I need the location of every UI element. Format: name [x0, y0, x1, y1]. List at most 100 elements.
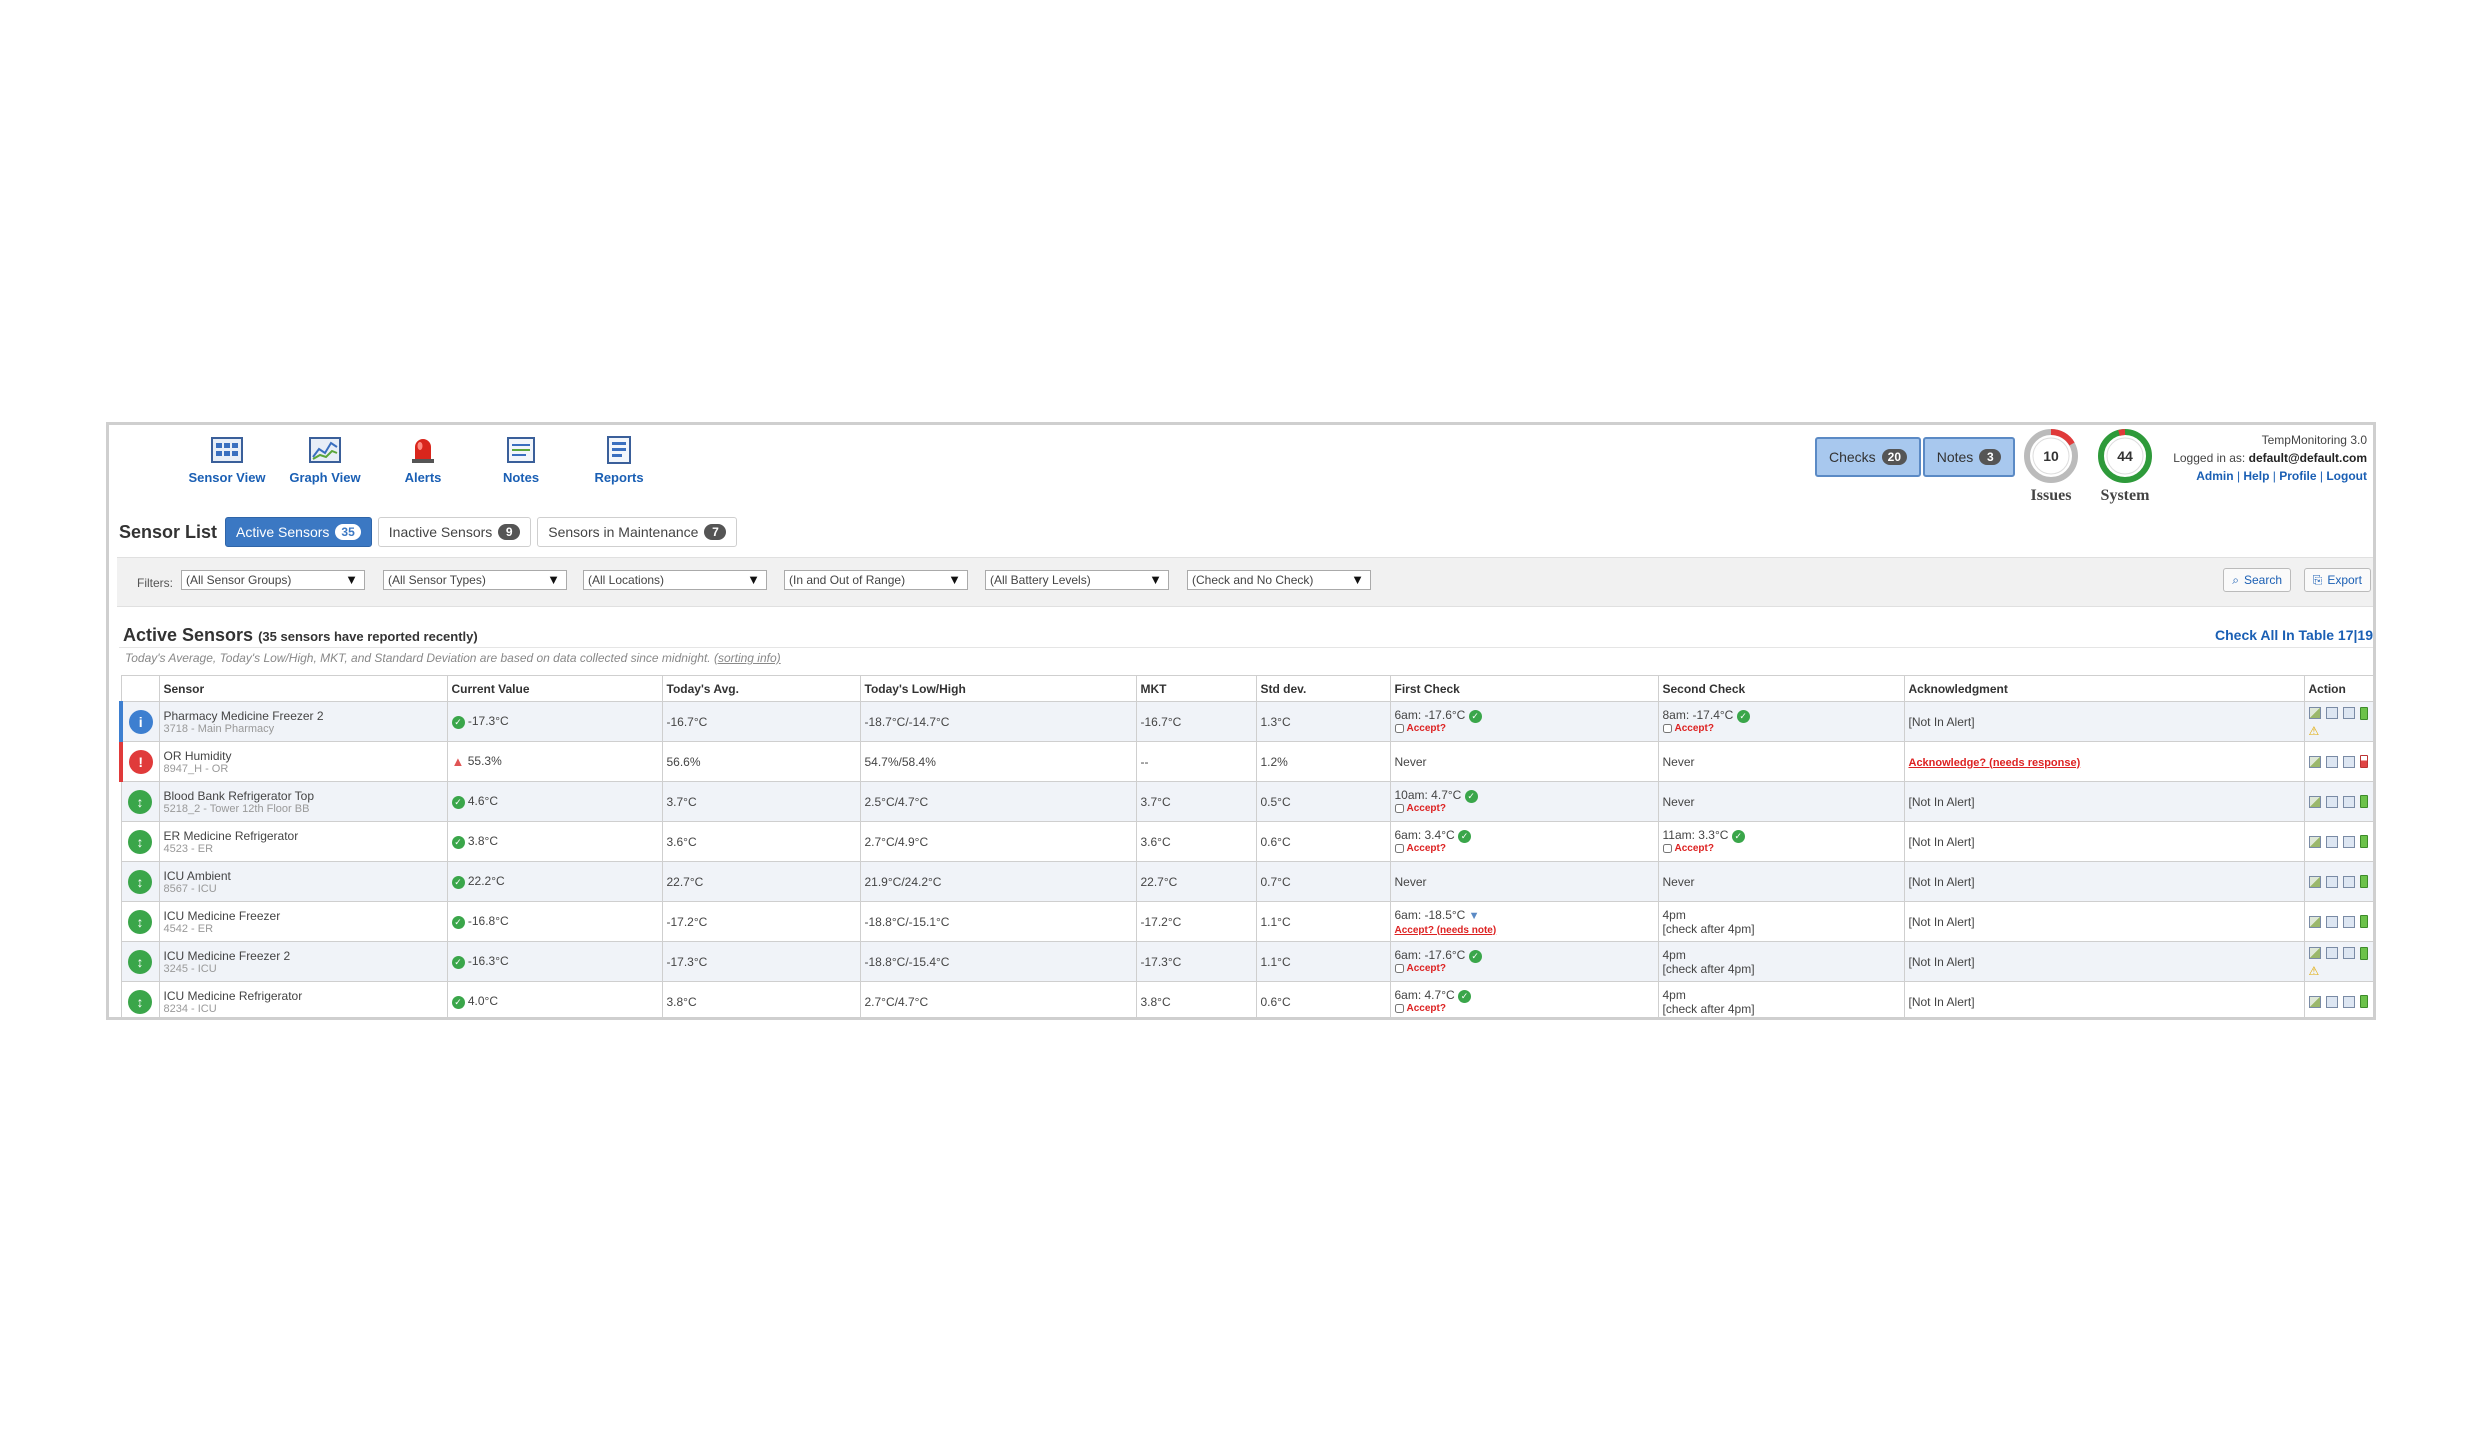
range-select[interactable]: (In and Out of Range) ▼: [784, 570, 968, 590]
sensor-cell[interactable]: ICU Ambient 8567 - ICU: [158, 861, 448, 902]
accept-checkbox[interactable]: [1662, 723, 1672, 733]
settings-icon[interactable]: [2342, 995, 2355, 1008]
settings-icon[interactable]: [2342, 707, 2355, 719]
sensor-cell[interactable]: ER Medicine Refrigerator 4523 - ER: [158, 821, 448, 862]
accept-checkbox[interactable]: [1662, 843, 1672, 853]
sensor-name[interactable]: ER Medicine Refrigerator: [164, 829, 443, 843]
accept-checkbox[interactable]: [1394, 1003, 1404, 1013]
graph-icon[interactable]: [2308, 707, 2321, 719]
settings-icon[interactable]: [2342, 755, 2355, 768]
accept-check[interactable]: Accept?: [1394, 723, 1654, 735]
column-header[interactable]: Sensor: [158, 675, 448, 702]
nav-alerts[interactable]: Alerts: [385, 435, 461, 485]
sensor-group-select[interactable]: (All Sensor Groups) ▼: [181, 570, 365, 590]
details-icon[interactable]: [2325, 915, 2338, 928]
system-gauge[interactable]: 44 System: [2091, 427, 2159, 505]
accept-check[interactable]: Accept?: [1394, 803, 1654, 815]
sorting-info-link[interactable]: (sorting info): [714, 651, 781, 665]
settings-icon[interactable]: [2342, 915, 2355, 928]
column-header[interactable]: Current Value: [446, 675, 663, 702]
details-icon[interactable]: [2325, 835, 2338, 848]
sensor-cell[interactable]: OR Humidity 8947_H - OR: [158, 741, 448, 782]
nav-sensor-view[interactable]: Sensor View: [188, 435, 266, 485]
select-value: (All Sensor Groups): [186, 573, 292, 587]
column-header[interactable]: Acknowledgment: [1903, 675, 2305, 702]
accept-needs-note-link[interactable]: Accept? (needs note): [1395, 925, 1497, 936]
checks-button[interactable]: Checks 20: [1815, 437, 1921, 477]
sensor-name[interactable]: ICU Medicine Refrigerator: [164, 989, 443, 1003]
check-filter-select[interactable]: (Check and No Check) ▼: [1187, 570, 1371, 590]
sensor-name[interactable]: Blood Bank Refrigerator Top: [164, 789, 443, 803]
settings-icon[interactable]: [2342, 835, 2355, 848]
admin-link[interactable]: Admin: [2196, 469, 2233, 483]
column-header[interactable]: MKT: [1135, 675, 1257, 702]
graph-icon[interactable]: [2308, 755, 2321, 768]
profile-link[interactable]: Profile: [2279, 469, 2316, 483]
sensor-cell[interactable]: Blood Bank Refrigerator Top 5218_2 - Towe…: [158, 781, 448, 822]
nav-graph-view[interactable]: Graph View: [287, 435, 363, 485]
export-button[interactable]: ⎘ Export: [2303, 568, 2371, 592]
logout-link[interactable]: Logout: [2326, 469, 2367, 483]
settings-icon[interactable]: [2342, 795, 2355, 808]
sensor-name[interactable]: ICU Medicine Freezer: [164, 909, 443, 923]
accept-check[interactable]: Accept?: [1394, 1003, 1654, 1015]
graph-icon[interactable]: [2308, 875, 2321, 888]
sensor-cell[interactable]: Pharmacy Medicine Freezer 2 3718 - Main P…: [158, 701, 448, 742]
table-row[interactable]: ↕ ICU Medicine Freezer 4542 - ER ✓ -16.8°C -…: [120, 901, 2373, 942]
table-row[interactable]: ↕ ICU Medicine Refrigerator 8234 - ICU ✓ 4.…: [120, 981, 2373, 1017]
column-header[interactable]: Second Check: [1657, 675, 1905, 702]
acknowledge-link[interactable]: Acknowledge? (needs response): [1909, 757, 2081, 769]
notes-button[interactable]: Notes 3: [1923, 437, 2015, 477]
check-all-link[interactable]: Check All In Table 17|19: [2215, 627, 2373, 643]
details-icon[interactable]: [2325, 875, 2338, 888]
tab-inactive-sensors[interactable]: Inactive Sensors 9: [377, 517, 532, 547]
table-row[interactable]: i Pharmacy Medicine Freezer 2 3718 - Main …: [119, 701, 2373, 742]
table-row[interactable]: ! OR Humidity 8947_H - OR ▲ 55.3% 56.6% 54.7%…: [119, 741, 2373, 782]
graph-icon[interactable]: [2308, 795, 2321, 808]
sensor-name[interactable]: ICU Medicine Freezer 2: [164, 949, 443, 963]
nav-reports[interactable]: Reports: [581, 435, 657, 485]
help-link[interactable]: Help: [2243, 469, 2269, 483]
table-row[interactable]: ↕ Blood Bank Refrigerator Top 5218_2 - Tow…: [120, 781, 2373, 822]
location-select[interactable]: (All Locations) ▼: [583, 570, 767, 590]
issues-gauge[interactable]: 10 Issues: [2017, 427, 2085, 505]
sensor-name[interactable]: Pharmacy Medicine Freezer 2: [164, 709, 443, 723]
details-icon[interactable]: [2325, 995, 2338, 1008]
sensor-cell[interactable]: ICU Medicine Freezer 4542 - ER: [158, 901, 448, 942]
settings-icon[interactable]: [2342, 947, 2355, 959]
graph-icon[interactable]: [2308, 995, 2321, 1008]
accept-checkbox[interactable]: [1394, 843, 1404, 853]
column-header[interactable]: Std dev.: [1255, 675, 1391, 702]
accept-check[interactable]: Accept?: [1394, 843, 1654, 855]
accept-checkbox[interactable]: [1394, 803, 1404, 813]
settings-icon[interactable]: [2342, 875, 2355, 888]
table-row[interactable]: ↕ ICU Ambient 8567 - ICU ✓ 22.2°C 22.7°C 21.9…: [120, 861, 2373, 902]
sensor-name[interactable]: ICU Ambient: [164, 869, 443, 883]
details-icon[interactable]: [2325, 795, 2338, 808]
table-row[interactable]: ↕ ER Medicine Refrigerator 4523 - ER ✓ 3.8°…: [120, 821, 2373, 862]
tab-sensors-in-maintenance[interactable]: Sensors in Maintenance 7: [537, 517, 738, 547]
nav-notes[interactable]: Notes: [483, 435, 559, 485]
accept-check[interactable]: Accept?: [1662, 723, 1900, 735]
sensor-cell[interactable]: ICU Medicine Refrigerator 8234 - ICU: [158, 981, 448, 1017]
details-icon[interactable]: [2325, 947, 2338, 959]
sensor-cell[interactable]: ICU Medicine Freezer 2 3245 - ICU: [158, 941, 448, 982]
accept-checkbox[interactable]: [1394, 723, 1404, 733]
column-header[interactable]: Today's Avg.: [661, 675, 861, 702]
table-row[interactable]: ↕ ICU Medicine Freezer 2 3245 - ICU ✓ -16.3…: [120, 941, 2373, 982]
details-icon[interactable]: [2325, 707, 2338, 719]
tab-active-sensors[interactable]: Active Sensors 35: [225, 517, 372, 547]
search-button[interactable]: ⌕ Search: [2223, 568, 2291, 592]
graph-icon[interactable]: [2308, 835, 2321, 848]
accept-check[interactable]: Accept?: [1394, 963, 1654, 975]
details-icon[interactable]: [2325, 755, 2338, 768]
accept-check[interactable]: Accept?: [1662, 843, 1900, 855]
column-header[interactable]: Today's Low/High: [859, 675, 1137, 702]
accept-checkbox[interactable]: [1394, 963, 1404, 973]
graph-icon[interactable]: [2308, 915, 2321, 928]
battery-level-select[interactable]: (All Battery Levels) ▼: [985, 570, 1169, 590]
column-header[interactable]: First Check: [1389, 675, 1659, 702]
sensor-type-select[interactable]: (All Sensor Types) ▼: [383, 570, 567, 590]
sensor-name[interactable]: OR Humidity: [164, 749, 443, 763]
graph-icon[interactable]: [2308, 947, 2321, 959]
